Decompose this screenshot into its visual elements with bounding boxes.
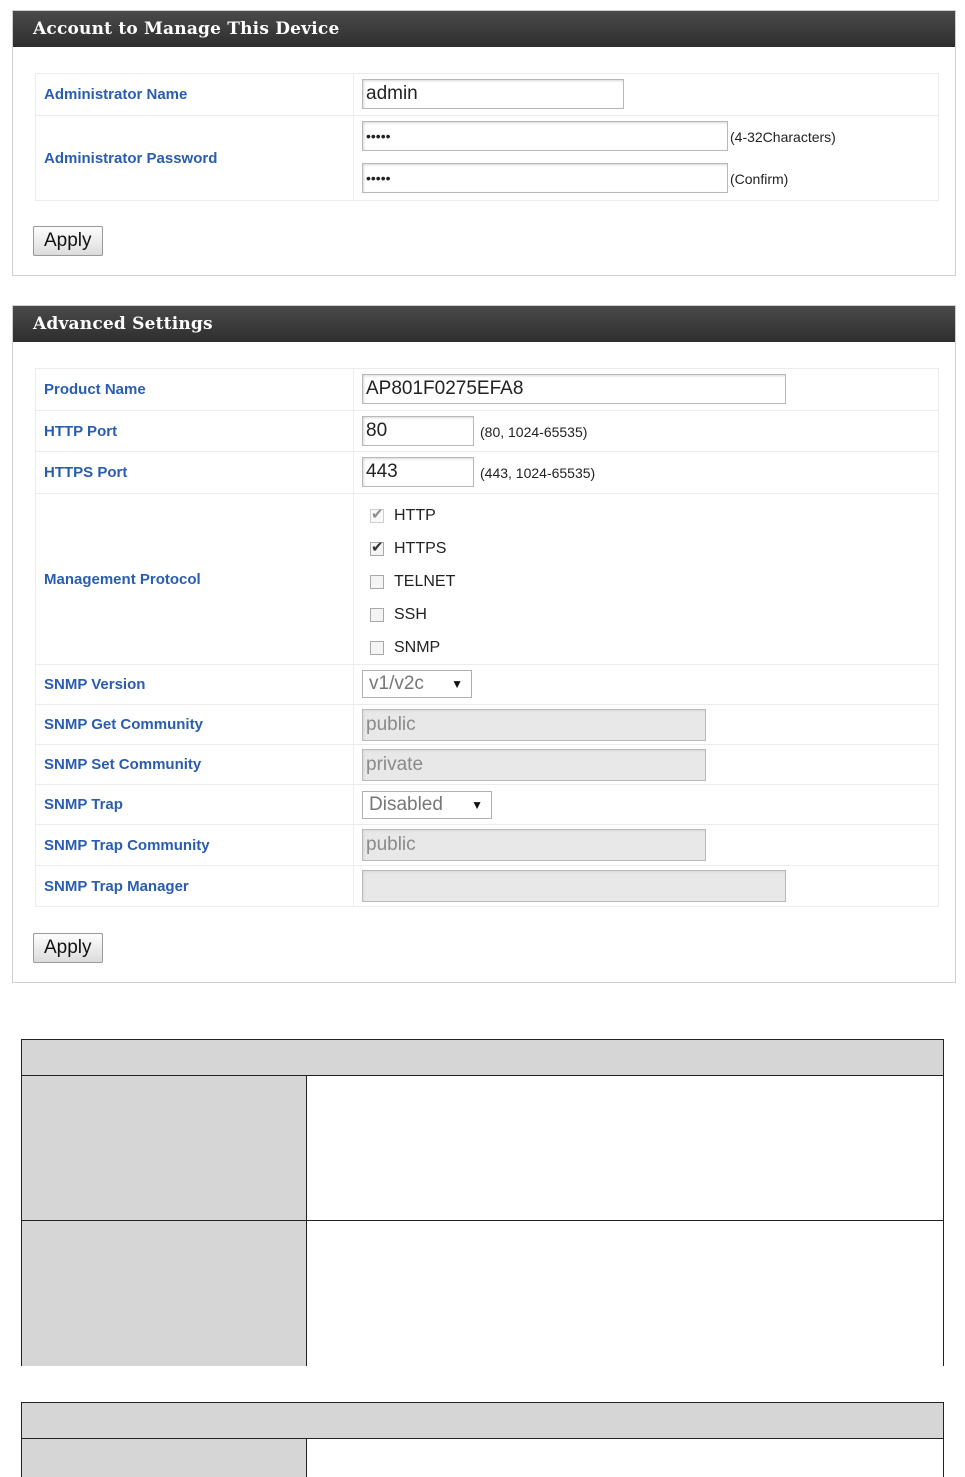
snmp-trap-community-label: SNMP Trap Community xyxy=(36,825,354,865)
management-protocol-label: Management Protocol xyxy=(36,494,354,664)
chevron-down-icon: ▼ xyxy=(451,677,463,691)
protocol-snmp[interactable]: SNMP xyxy=(370,637,440,659)
snmp-set-input[interactable] xyxy=(362,749,706,781)
snmp-version-value: v1/v2c xyxy=(369,673,424,694)
description-value-cell xyxy=(307,1076,943,1220)
product-name-input[interactable] xyxy=(362,374,786,404)
snmp-trap-manager-row: SNMP Trap Manager xyxy=(36,866,938,906)
description-table-1 xyxy=(21,1039,944,1366)
snmp-trap-community-input[interactable] xyxy=(362,829,706,861)
snmp-get-label: SNMP Get Community xyxy=(36,705,354,744)
admin-name-input[interactable] xyxy=(362,79,624,109)
description-table-1-header xyxy=(22,1040,943,1076)
account-panel-title: Account to Manage This Device xyxy=(13,11,955,47)
https-port-input[interactable] xyxy=(362,457,474,487)
advanced-panel: Advanced Settings Product Name HTTP Port… xyxy=(12,305,956,983)
snmp-version-row: SNMP Version v1/v2c ▼ xyxy=(36,665,938,705)
password-input[interactable] xyxy=(362,121,728,151)
https-port-hint: (443, 1024-65535) xyxy=(480,465,596,481)
snmp-trap-manager-input[interactable] xyxy=(362,870,786,902)
advanced-apply-button[interactable]: Apply xyxy=(33,933,103,963)
snmp-trap-community-row: SNMP Trap Community xyxy=(36,825,938,866)
product-name-label: Product Name xyxy=(36,369,354,410)
snmp-checkbox-label: SNMP xyxy=(394,639,441,656)
account-apply-button[interactable]: Apply xyxy=(33,226,103,256)
password-hint: (4-32Characters) xyxy=(730,129,836,145)
account-panel: Account to Manage This Device Administra… xyxy=(12,10,956,276)
description-table-2-header xyxy=(22,1403,943,1439)
description-key-cell xyxy=(22,1076,307,1220)
snmp-trap-row: SNMP Trap Disabled ▼ xyxy=(36,785,938,825)
http-port-input[interactable] xyxy=(362,416,474,446)
snmp-set-label: SNMP Set Community xyxy=(36,745,354,784)
confirm-hint: (Confirm) xyxy=(730,171,789,187)
snmp-get-row: SNMP Get Community xyxy=(36,705,938,745)
protocol-ssh[interactable]: SSH xyxy=(370,604,427,626)
https-port-row: HTTPS Port (443, 1024-65535) xyxy=(36,452,938,494)
admin-password-row: Administrator Password (4-32Characters) … xyxy=(36,116,938,200)
admin-name-label: Administrator Name xyxy=(36,74,354,115)
http-port-hint: (80, 1024-65535) xyxy=(480,424,588,440)
admin-name-row: Administrator Name xyxy=(36,74,938,116)
protocol-checkbox-group: HTTP HTTPS TELNET SSH SNMP xyxy=(362,494,938,664)
description-table-1-row-1 xyxy=(22,1076,943,1221)
admin-password-label: Administrator Password xyxy=(36,116,354,200)
snmp-checkbox[interactable] xyxy=(370,641,384,655)
ssh-checkbox[interactable] xyxy=(370,608,384,622)
product-name-row: Product Name xyxy=(36,369,938,411)
https-checkbox[interactable] xyxy=(370,538,384,556)
snmp-trap-value: Disabled xyxy=(369,794,443,815)
description-value-cell xyxy=(307,1439,943,1477)
snmp-trap-label: SNMP Trap xyxy=(36,785,354,824)
snmp-version-select[interactable]: v1/v2c ▼ xyxy=(362,670,472,698)
protocol-https[interactable]: HTTPS xyxy=(370,538,446,560)
chevron-down-icon: ▼ xyxy=(471,798,483,812)
telnet-checkbox-label: TELNET xyxy=(394,573,456,590)
description-table-2 xyxy=(21,1402,944,1477)
telnet-checkbox[interactable] xyxy=(370,575,384,589)
snmp-trap-select[interactable]: Disabled ▼ xyxy=(362,791,492,819)
description-value-cell xyxy=(307,1221,943,1366)
snmp-set-row: SNMP Set Community xyxy=(36,745,938,785)
advanced-form-table: Product Name HTTP Port (80, 1024-65535) … xyxy=(35,368,939,907)
description-table-2-row-1 xyxy=(22,1439,943,1477)
http-checkbox[interactable] xyxy=(370,505,384,523)
snmp-version-label: SNMP Version xyxy=(36,665,354,704)
snmp-trap-manager-label: SNMP Trap Manager xyxy=(36,866,354,906)
ssh-checkbox-label: SSH xyxy=(394,606,427,623)
confirm-password-input[interactable] xyxy=(362,163,728,193)
http-checkbox-label: HTTP xyxy=(394,507,436,524)
management-protocol-row: Management Protocol HTTP HTTPS TELNET SS… xyxy=(36,494,938,665)
advanced-panel-title: Advanced Settings xyxy=(13,306,955,342)
https-checkbox-label: HTTPS xyxy=(394,540,447,557)
account-form-table: Administrator Name Administrator Passwor… xyxy=(35,73,939,201)
description-key-cell xyxy=(22,1439,307,1477)
http-port-label: HTTP Port xyxy=(36,411,354,451)
snmp-get-input[interactable] xyxy=(362,709,706,741)
description-key-cell xyxy=(22,1221,307,1366)
description-table-1-row-2 xyxy=(22,1221,943,1366)
protocol-http[interactable]: HTTP xyxy=(370,505,436,527)
https-port-label: HTTPS Port xyxy=(36,452,354,493)
protocol-telnet[interactable]: TELNET xyxy=(370,571,455,593)
http-port-row: HTTP Port (80, 1024-65535) xyxy=(36,411,938,452)
